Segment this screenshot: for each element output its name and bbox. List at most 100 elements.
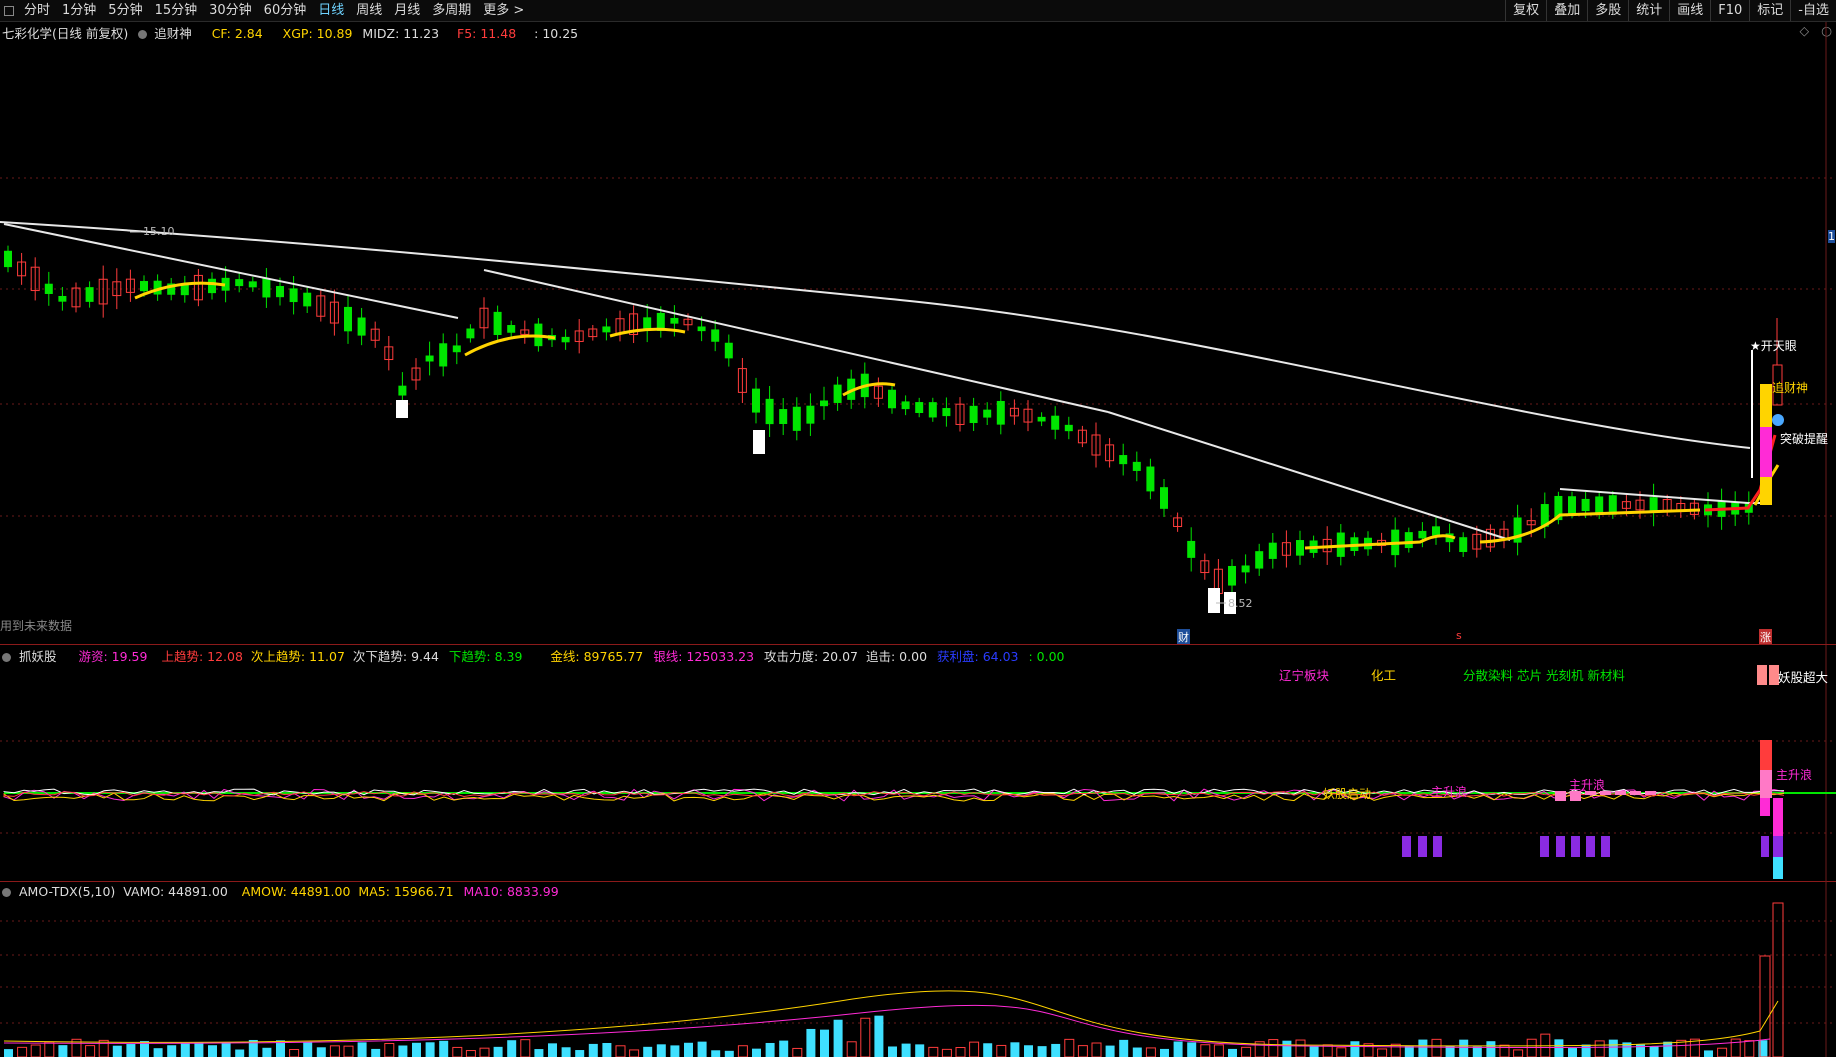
candle-body-down <box>602 326 611 333</box>
candle-body-down <box>1268 542 1277 559</box>
candle-body-down <box>1119 455 1128 465</box>
volume-bar-down <box>221 1042 231 1057</box>
yaogu-chaoda-label: 妖股超大 <box>1778 670 1829 685</box>
volume-bar-down <box>1051 1043 1061 1057</box>
volume-bar-down <box>303 1042 313 1057</box>
volume-bar-down <box>208 1045 217 1057</box>
zhushenglang-label-3: 主升浪 <box>1776 768 1813 782</box>
low-marker-bar <box>396 400 408 418</box>
candle-body-down <box>643 317 652 329</box>
candle-body-down <box>425 355 434 362</box>
volume-bar-up <box>1241 1046 1252 1057</box>
purple-block <box>1773 836 1783 857</box>
volume-bar-down <box>1160 1048 1169 1057</box>
volume-bar-up <box>465 1050 476 1057</box>
volume-bar-down <box>1486 1041 1496 1057</box>
purple-block <box>1761 836 1769 857</box>
magenta-signal <box>1773 798 1783 836</box>
candle-body-down <box>85 287 94 302</box>
candle-body-down <box>58 295 67 302</box>
volume-bar-down <box>493 1046 503 1057</box>
candle-body-down <box>724 342 733 359</box>
main-price-chart[interactable]: 15.10 8.52 ★开天眼追财神突破提醒 <box>0 0 1836 644</box>
high-price-label: 15.10 <box>143 225 175 238</box>
volume-bar-down <box>1418 1039 1428 1057</box>
candle-body-down <box>235 279 244 287</box>
pink-signal <box>1760 770 1772 798</box>
volume-bar-down <box>262 1047 272 1057</box>
candle-body-down <box>1146 466 1155 492</box>
volume-bar-up <box>384 1042 395 1057</box>
volume-bar-down <box>833 1019 843 1057</box>
candle-body-down <box>1418 530 1427 539</box>
volume-bar-up <box>1513 1049 1524 1057</box>
volume-bar-up <box>1526 1038 1537 1057</box>
volume-bar-down <box>1309 1046 1319 1057</box>
candle-body-down <box>1132 461 1141 471</box>
candle-body-down <box>1228 565 1236 586</box>
candle-body-down <box>1432 526 1440 536</box>
candle-body-down <box>765 398 774 425</box>
cyan-signal <box>1773 857 1783 879</box>
candle-body-down <box>1459 537 1468 553</box>
volume-bar-up <box>98 1039 109 1057</box>
zhushenglang-label-1: 主升浪 <box>1431 785 1468 799</box>
candle-body-down <box>303 292 312 307</box>
volume-bar-up <box>452 1046 463 1057</box>
volume-bar-down <box>1459 1039 1469 1057</box>
candle-body-down <box>711 329 720 342</box>
marker-s[interactable]: s <box>1456 629 1462 642</box>
signal-magenta-block <box>1760 427 1772 477</box>
candle-body-down <box>996 400 1005 425</box>
volume-bar-down <box>575 1050 585 1057</box>
purple-block <box>1402 836 1411 857</box>
volume-bar-down <box>534 1049 544 1057</box>
volume-bar-down <box>1187 1042 1197 1057</box>
volume-bar-down <box>752 1048 761 1057</box>
candle-body-down <box>452 345 461 353</box>
pink-bar <box>1555 791 1566 801</box>
candle-body-down <box>792 406 801 431</box>
candle-body-down <box>1404 532 1413 549</box>
marker-zhang[interactable]: 涨 <box>1759 629 1772 645</box>
pink-bar <box>1645 791 1656 795</box>
tupo-label: 突破提醒 <box>1780 431 1828 446</box>
volume-bar-down <box>1663 1041 1673 1057</box>
volume-bar-down <box>371 1048 381 1057</box>
volume-bar-up <box>941 1048 952 1057</box>
volume-bar-down <box>915 1044 925 1057</box>
ma5-line <box>3 990 1779 1047</box>
purple-block <box>1540 836 1549 857</box>
volume-bar-up <box>1336 1047 1347 1057</box>
volume-bar-down <box>1105 1045 1115 1057</box>
marker-cai[interactable]: 财 <box>1177 629 1190 645</box>
low-price-label: 8.52 <box>1228 597 1253 610</box>
volume-bar-up <box>44 1041 55 1057</box>
volume-bar-up <box>1064 1038 1075 1057</box>
candle-body-down <box>493 311 502 336</box>
candle-body-down <box>1595 496 1604 514</box>
volume-bar-down <box>1608 1039 1618 1057</box>
candle-body-down <box>262 278 271 298</box>
volume-bar-up <box>955 1047 966 1057</box>
volume-bar-up <box>1594 1040 1605 1057</box>
candle-body-down <box>752 388 760 413</box>
future-data-note: 用到未来数据 <box>0 619 73 633</box>
volume-bar-up <box>615 1045 626 1057</box>
volume-chart[interactable] <box>0 881 1836 1057</box>
volume-bar-up <box>520 1039 531 1057</box>
volume-bar-up <box>30 1044 41 1057</box>
candle-body-down <box>942 408 951 417</box>
volume-bar-down <box>180 1043 190 1057</box>
volume-bar-up <box>1295 1039 1306 1057</box>
volume-bar-up <box>996 1044 1007 1057</box>
candle-body-down <box>466 328 475 339</box>
candle-body-down <box>507 325 516 333</box>
red-signal <box>1760 740 1772 770</box>
volume-bar-down <box>1704 1050 1713 1057</box>
volume-bar-down <box>684 1042 693 1057</box>
candle-body-down <box>439 343 448 367</box>
volume-bar-up <box>969 1041 980 1057</box>
candle-body-down <box>983 409 992 418</box>
volume-bar-down <box>194 1042 204 1057</box>
